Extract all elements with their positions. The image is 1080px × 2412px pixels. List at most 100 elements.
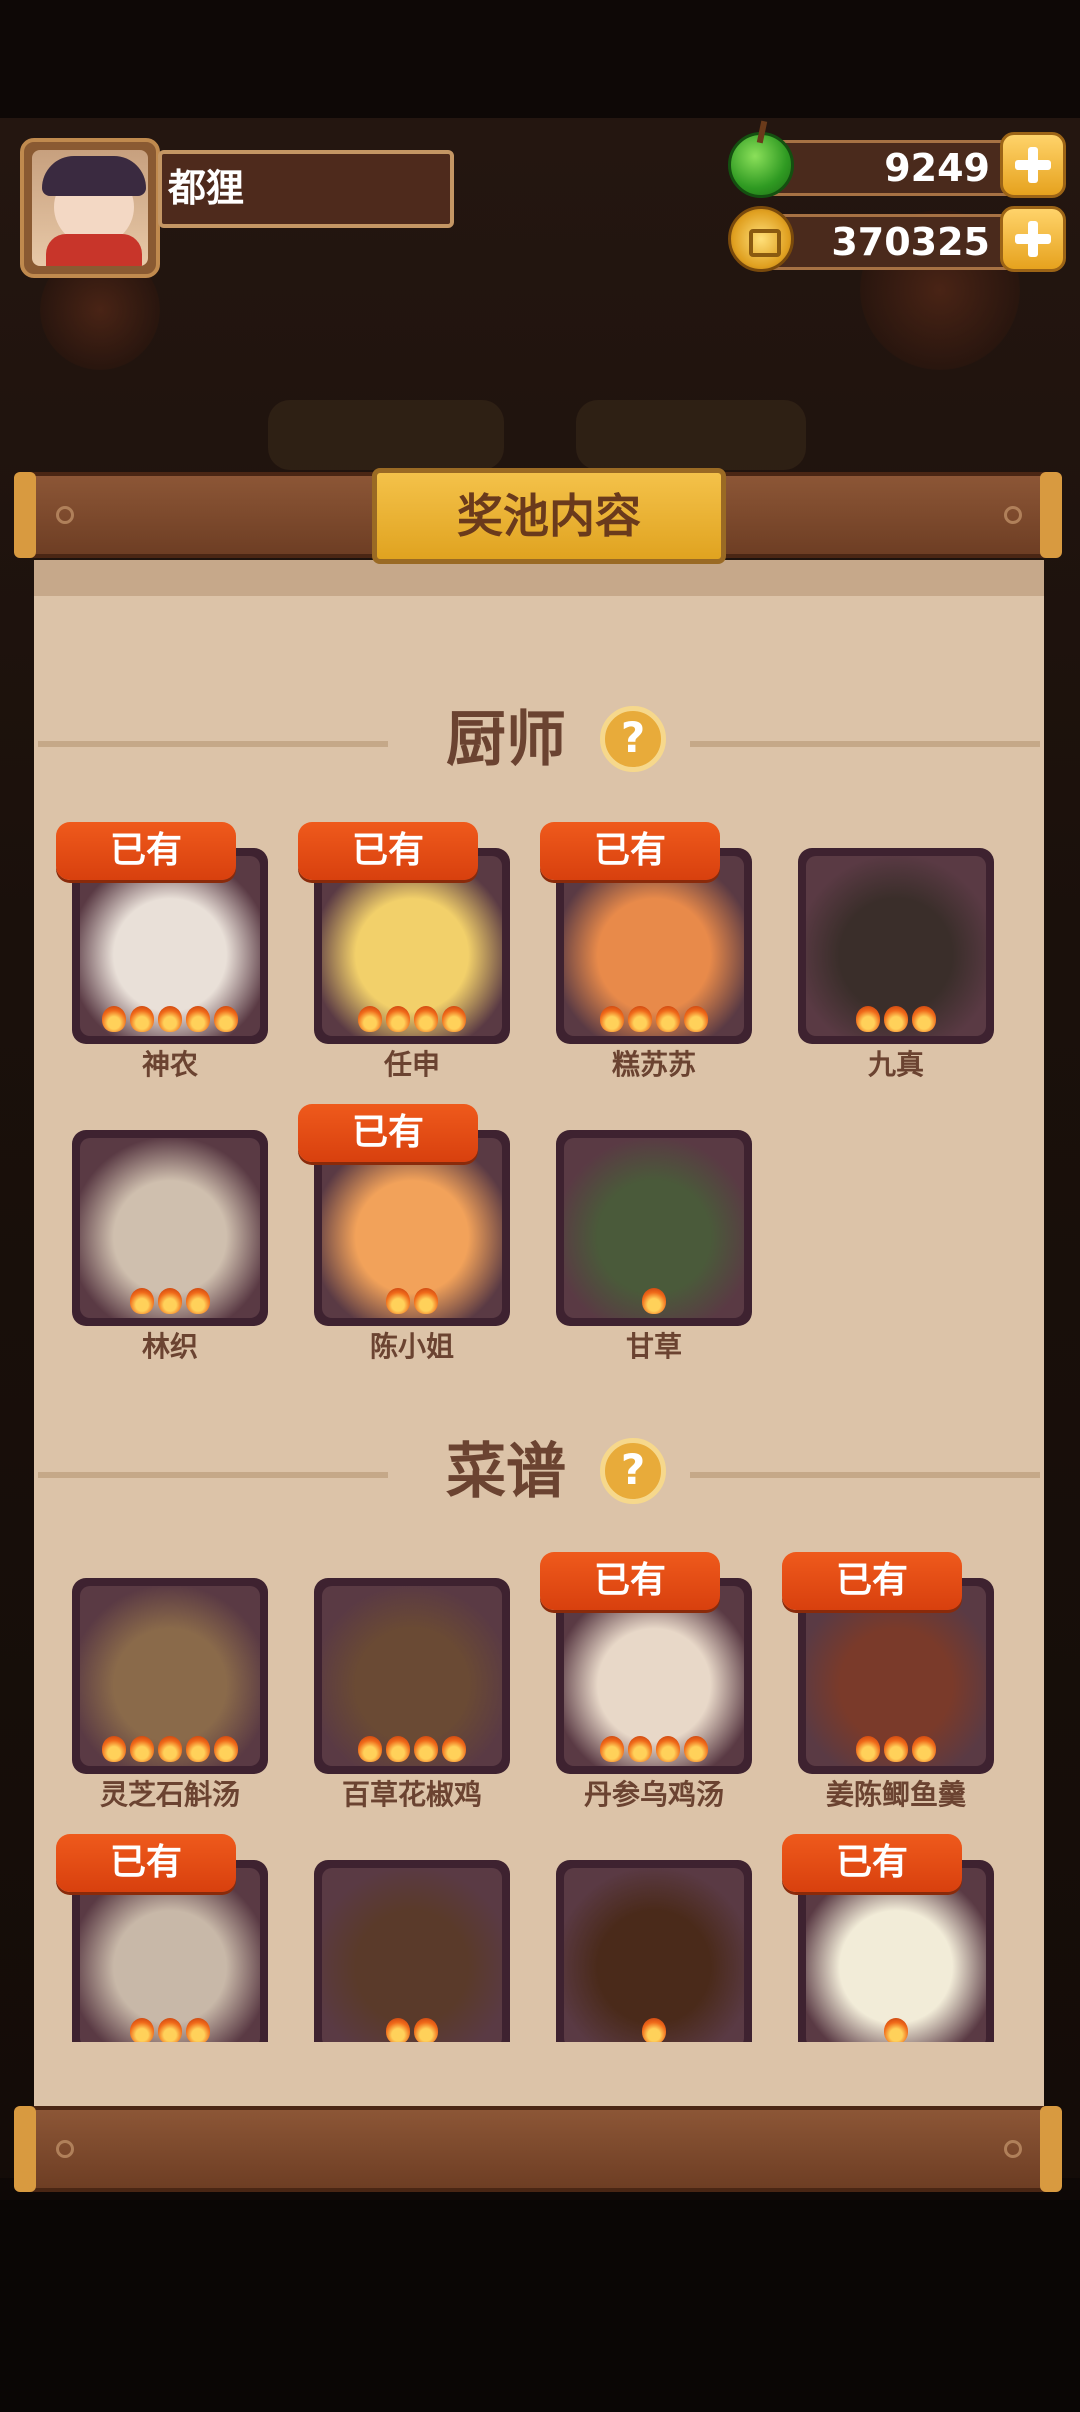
add-coins-button[interactable]: [1000, 206, 1066, 272]
chefs-help-icon[interactable]: ?: [600, 706, 666, 772]
owned-badge: 已有: [540, 1552, 720, 1610]
flame-icon: [130, 1288, 154, 1314]
flame-icon: [912, 1006, 936, 1032]
background-tab: [576, 400, 806, 470]
flame-icon: [130, 2018, 154, 2044]
chef-card[interactable]: [72, 1130, 268, 1326]
flame-icon: [358, 1736, 382, 1762]
flame-icon: [912, 1736, 936, 1762]
owned-badge: 已有: [298, 1104, 478, 1162]
flame-icon: [684, 1006, 708, 1032]
flame-icon: [856, 1736, 880, 1762]
recipe-name: 灵芝石斛汤: [99, 1778, 240, 1811]
chef-name: 林织: [141, 1330, 198, 1363]
flame-icon: [158, 2018, 182, 2044]
chef-name: 任申: [383, 1048, 440, 1081]
rarity-flames: [798, 1006, 994, 1038]
section-divider: [38, 741, 388, 747]
player-name: 都狸: [168, 166, 245, 210]
owned-badge: 已有: [540, 822, 720, 880]
owned-badge: 已有: [56, 1834, 236, 1892]
flame-icon: [158, 1006, 182, 1032]
owned-badge: 已有: [56, 822, 236, 880]
panel-shadow: [34, 560, 1044, 596]
flame-icon: [214, 1736, 238, 1762]
chef-card[interactable]: [798, 848, 994, 1044]
flame-icon: [656, 1736, 680, 1762]
flame-icon: [386, 1288, 410, 1314]
flame-icon: [102, 1736, 126, 1762]
recipe-name: 姜陈鲫鱼羹: [825, 1778, 966, 1811]
avatar-portrait: [32, 150, 148, 266]
flame-icon: [158, 1736, 182, 1762]
recipe-card[interactable]: [314, 1578, 510, 1774]
background-tab: [268, 400, 504, 470]
flame-icon: [102, 1006, 126, 1032]
rivet: [56, 506, 74, 524]
chef-name: 陈小姐: [369, 1330, 454, 1363]
flame-icon: [214, 1006, 238, 1032]
flame-icon: [684, 1736, 708, 1762]
recipe-card[interactable]: [556, 1860, 752, 2056]
gold-coin-icon: [728, 206, 794, 272]
rarity-flames: [72, 1736, 268, 1768]
flame-icon: [884, 1736, 908, 1762]
recipe-name: 百草花椒鸡: [341, 1778, 482, 1811]
flame-icon: [386, 1736, 410, 1762]
rarity-flames: [556, 1288, 752, 1320]
flame-icon: [130, 1736, 154, 1762]
rarity-flames: [72, 1006, 268, 1038]
flame-icon: [884, 1006, 908, 1032]
owned-badge: 已有: [782, 1552, 962, 1610]
rarity-flames: [556, 1006, 752, 1038]
owned-badge: 已有: [782, 1834, 962, 1892]
flame-icon: [130, 1006, 154, 1032]
recipe-card[interactable]: [314, 1860, 510, 2056]
chef-name: 甘草: [625, 1330, 682, 1363]
flame-icon: [186, 1736, 210, 1762]
rarity-flames: [314, 1288, 510, 1320]
section-divider: [38, 1472, 388, 1478]
flame-icon: [386, 2018, 410, 2044]
recipes-help-icon[interactable]: ?: [600, 1438, 666, 1504]
flame-icon: [856, 1006, 880, 1032]
coins-value: 370325: [831, 220, 990, 264]
recipe-name: 丹参乌鸡汤: [583, 1778, 724, 1811]
flame-icon: [158, 1288, 182, 1314]
chefs-section-title: 厨师: [446, 705, 566, 775]
chef-name: 九真: [867, 1048, 924, 1081]
flame-icon: [414, 1736, 438, 1762]
flame-icon: [628, 1736, 652, 1762]
flame-icon: [642, 1288, 666, 1314]
flame-icon: [656, 1006, 680, 1032]
flame-icon: [600, 1736, 624, 1762]
panel-bottom-margin: [34, 2042, 1044, 2110]
panel-title: 奖池内容: [457, 489, 641, 543]
player-avatar[interactable]: [20, 138, 160, 278]
rivet: [56, 2140, 74, 2158]
rarity-flames: [798, 1736, 994, 1768]
recipes-section-title: 菜谱: [446, 1437, 566, 1507]
flame-icon: [414, 1288, 438, 1314]
flame-icon: [442, 1006, 466, 1032]
avatar-hair: [42, 156, 146, 196]
owned-badge: 已有: [298, 822, 478, 880]
chef-card[interactable]: [556, 1130, 752, 1326]
flame-icon: [358, 1006, 382, 1032]
rail-end-cap: [1040, 2106, 1062, 2192]
chef-name: 神农: [141, 1048, 198, 1081]
flame-icon: [186, 1006, 210, 1032]
rivet: [1004, 506, 1022, 524]
add-gems-button[interactable]: [1000, 132, 1066, 198]
flame-icon: [884, 2018, 908, 2044]
flame-icon: [186, 1288, 210, 1314]
rail-end-cap: [14, 2106, 36, 2192]
rarity-flames: [556, 1736, 752, 1768]
recipe-card[interactable]: [72, 1578, 268, 1774]
flame-icon: [442, 1736, 466, 1762]
flame-icon: [600, 1006, 624, 1032]
flame-icon: [642, 2018, 666, 2044]
bottom-area: [0, 2200, 1080, 2412]
rarity-flames: [314, 1006, 510, 1038]
green-apple-icon: [728, 120, 794, 198]
